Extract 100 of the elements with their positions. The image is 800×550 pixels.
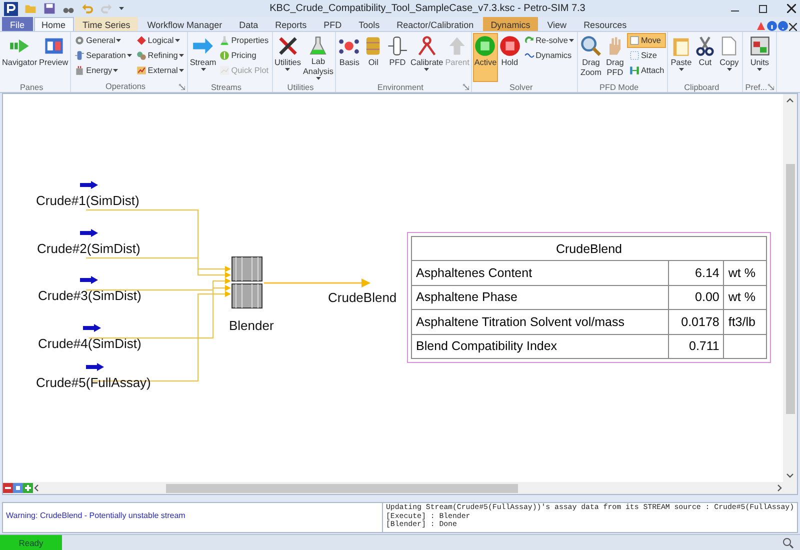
info-icon[interactable] [767, 21, 777, 31]
ribbon-tab[interactable]: Home [34, 17, 74, 31]
search-icon[interactable] [782, 537, 794, 549]
ribbon-button[interactable]: Copy [717, 33, 742, 82]
dialog-launcher-icon[interactable] [463, 84, 470, 90]
stop-icon [498, 35, 521, 57]
dialog-launcher-icon[interactable] [768, 84, 774, 90]
ribbon-tab[interactable]: File [2, 17, 33, 31]
ribbon-tab[interactable]: PFD [316, 17, 350, 31]
ribbon-tab[interactable]: Reports [267, 17, 315, 31]
ribbon-button[interactable]: Properties [217, 33, 271, 48]
group-label: Pref... [745, 82, 768, 92]
ribbon-tab[interactable]: Time Series [74, 17, 138, 31]
table-cell: Blend Compatibility Index [412, 334, 668, 358]
arrow-icon [80, 181, 98, 189]
chart-icon [136, 65, 147, 76]
scroll-right-icon[interactable] [775, 484, 783, 492]
undo-icon [81, 2, 94, 15]
ribbon-tab[interactable]: Reactor/Calibration [388, 17, 482, 31]
ribbon-tab[interactable]: Workflow Manager [139, 17, 230, 31]
ribbon-button[interactable]: Separation [72, 48, 134, 63]
ribbon-button[interactable]: Hold [498, 33, 522, 82]
tools-icon [276, 35, 299, 57]
arrow-icon [83, 324, 101, 332]
vertical-scrollbar[interactable] [783, 94, 797, 482]
chart-icon [219, 65, 230, 76]
scroll-left-icon[interactable] [33, 484, 41, 492]
ribbon-button[interactable]: Drag PFD [602, 33, 627, 82]
ribbon-button[interactable]: Logical [134, 33, 186, 48]
grid-icon [748, 35, 771, 57]
status-text: Ready [0, 535, 62, 550]
scissors-icon [694, 35, 716, 57]
scrollbar-thumb[interactable] [166, 484, 518, 492]
zoom-icon [580, 35, 602, 57]
table-cell: wt % [724, 260, 766, 285]
caret-icon [119, 7, 124, 10]
diamond-icon [136, 35, 147, 46]
warning-message: Warning: CrudeBlend - Potentially unstable stream [6, 511, 186, 520]
ribbon-tab[interactable]: Dynamics [482, 17, 538, 31]
ribbon-button[interactable]: Utilities [274, 33, 302, 82]
ribbon-button[interactable]: Pricing [217, 48, 271, 63]
scroll-up-icon[interactable] [786, 96, 794, 104]
ribbon-button[interactable]: Refining [134, 48, 186, 63]
app-logo-icon [4, 2, 18, 16]
square-icon [628, 35, 640, 46]
ribbon-button[interactable]: Navigator [1, 33, 38, 82]
redo-icon [100, 2, 113, 15]
window-title: KBC_Crude_Compatibility_Tool_SampleCase_v7.3.ksc - Petro-SIM 7.3 [268, 3, 586, 14]
stream-label: Crude#2(SimDist) [37, 241, 140, 256]
group-label: PFD Mode [599, 82, 639, 92]
ribbon-button[interactable]: Drag Zoom [578, 33, 603, 82]
arrow-icon [80, 229, 98, 237]
scroll-down-icon[interactable] [786, 472, 794, 480]
scrollbar-thumb[interactable] [786, 164, 794, 414]
ribbon-button[interactable]: Oil [361, 33, 386, 82]
zoom-out-icon[interactable] [3, 483, 13, 493]
ribbon-button[interactable]: Units [748, 33, 772, 82]
close-icon[interactable] [789, 23, 797, 31]
table-title: CrudeBlend [412, 236, 766, 260]
ribbon-button[interactable]: Re-solve [522, 33, 576, 48]
table-cell: 0.711 [668, 334, 724, 358]
zoom-fit-icon[interactable] [13, 483, 23, 493]
vessel-icon [386, 35, 408, 57]
table-cell: Asphaltenes Content [412, 260, 668, 285]
table-cell: 6.14 [668, 260, 724, 285]
ribbon-button[interactable]: PFD [385, 33, 410, 82]
ribbon-button[interactable]: Move [626, 33, 666, 48]
ribbon-button[interactable]: General [72, 33, 134, 48]
stream-label: Crude#4(SimDist) [38, 336, 142, 351]
table-cell: Asphaltene Titration Solvent vol/mass [412, 310, 668, 334]
dialog-launcher-icon[interactable] [178, 84, 185, 90]
close-icon[interactable] [787, 4, 796, 13]
ribbon-button[interactable]: Paste [669, 33, 694, 82]
ribbon-button[interactable]: Active [473, 33, 498, 82]
connector-icon [628, 65, 640, 76]
ribbon-button[interactable]: External [134, 63, 186, 78]
ribbon-button[interactable]: Dynamics [522, 48, 576, 63]
ribbon-button[interactable]: Lab Analysis [302, 33, 334, 82]
ribbon-button[interactable]: Attach [626, 63, 666, 78]
group-label: Environment [377, 82, 424, 92]
column-icon [74, 50, 86, 61]
ribbon-button[interactable]: Size [626, 48, 666, 63]
ribbon-button[interactable]: Basis [337, 33, 362, 82]
ribbon-tab[interactable]: Resources [576, 17, 635, 31]
group-label: Panes [20, 82, 44, 92]
ribbon-button[interactable]: Cut [693, 33, 718, 82]
ribbon-button[interactable]: Stream [188, 33, 218, 82]
ribbon-tab[interactable]: View [539, 17, 575, 31]
table-cell: ft3/lb [724, 310, 766, 334]
ribbon-button[interactable]: Calibrate [409, 33, 444, 82]
ribbon-button[interactable]: Energy [72, 63, 134, 78]
blender-drawing [232, 256, 262, 308]
help-icon[interactable] [778, 21, 788, 31]
zoom-in-icon[interactable] [23, 483, 33, 493]
ribbon-tab[interactable]: Data [231, 17, 266, 31]
group-label: Utilities [287, 82, 314, 92]
ribbon-tab[interactable]: Tools [350, 17, 388, 31]
maximize-icon[interactable] [759, 4, 767, 12]
table-cell: 0.0178 [668, 310, 724, 334]
ribbon-button[interactable]: Preview [38, 33, 70, 82]
